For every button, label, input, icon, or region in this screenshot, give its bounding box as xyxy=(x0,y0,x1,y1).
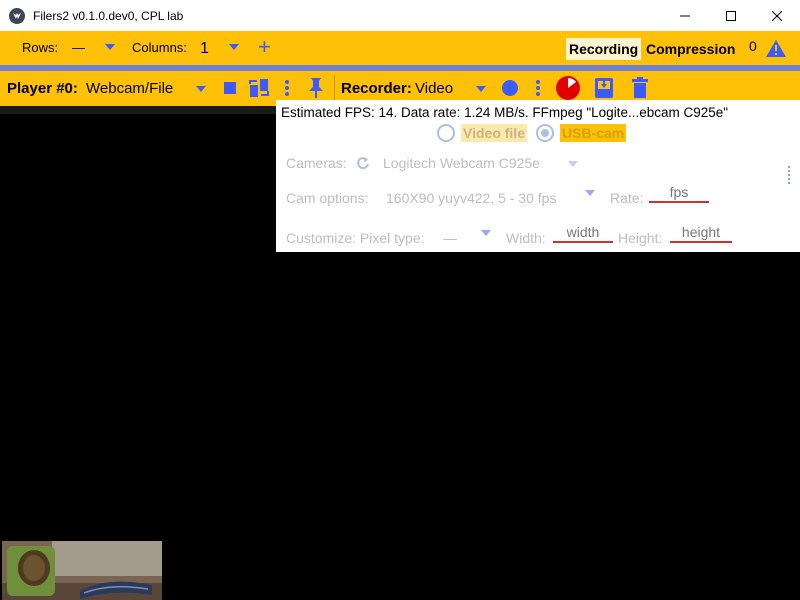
camera-dropdown[interactable]: Logitech Webcam C925e xyxy=(383,155,540,171)
add-player-plus-icon[interactable]: + xyxy=(258,36,271,58)
recorder-type-dropdown[interactable]: Video xyxy=(415,80,453,97)
panel-drag-handle[interactable] xyxy=(788,164,794,186)
player-label: Player #0: xyxy=(7,80,78,97)
player-source-chevron-down-icon[interactable] xyxy=(196,86,206,92)
rate-input[interactable]: fps xyxy=(649,184,709,203)
video-file-radio[interactable] xyxy=(437,124,455,142)
width-underline xyxy=(553,241,613,243)
close-icon xyxy=(772,10,782,21)
minimize-icon xyxy=(680,15,690,16)
maximize-icon xyxy=(726,10,736,21)
columns-label: Columns: xyxy=(132,40,187,55)
rate-placeholder: fps xyxy=(669,184,689,200)
cam-options-chevron-down-icon[interactable] xyxy=(585,190,595,196)
width-placeholder: width xyxy=(566,224,600,240)
app-logo-icon xyxy=(9,7,25,24)
width-label: Width: xyxy=(506,230,546,246)
recorder-more-vert-icon[interactable] xyxy=(535,79,541,97)
warning-count: 0 xyxy=(749,38,757,54)
width-input[interactable]: width xyxy=(553,224,613,243)
columns-dropdown[interactable]: 1 xyxy=(200,40,209,58)
rate-underline xyxy=(649,201,709,203)
player-more-vert-icon[interactable] xyxy=(284,79,290,97)
record-dot-icon[interactable] xyxy=(502,80,518,96)
pin-icon[interactable] xyxy=(308,77,324,99)
height-label: Height: xyxy=(618,230,663,246)
pixel-type-dropdown[interactable]: — xyxy=(443,230,457,246)
height-placeholder: height xyxy=(681,224,721,240)
rows-dropdown[interactable]: — xyxy=(72,40,85,55)
camera-chevron-down-icon[interactable] xyxy=(568,161,578,167)
layout-toolbar: Rows: — Columns: 1 + Recording Compressi… xyxy=(0,31,800,65)
player-view-border xyxy=(0,106,276,114)
recorder-label: Recorder: xyxy=(341,80,412,97)
disk-usage-icon[interactable] xyxy=(555,75,581,101)
cameras-label: Cameras: xyxy=(286,155,347,171)
usb-cam-radio[interactable] xyxy=(536,124,554,142)
rows-chevron-down-icon[interactable] xyxy=(105,44,115,50)
recorder-settings-panel: Estimated FPS: 14. Data rate: 1.24 MB/s.… xyxy=(276,100,800,252)
height-underline xyxy=(670,241,732,243)
cam-options-dropdown[interactable]: 160X90 yuyv422, 5 - 30 fps xyxy=(386,190,556,206)
minimize-button[interactable] xyxy=(662,0,708,31)
usb-cam-label[interactable]: USB-cam xyxy=(560,124,627,142)
save-icon[interactable] xyxy=(594,77,614,99)
title-bar: Filers2 v0.1.0.dev0, CPL lab xyxy=(0,0,800,31)
video-file-label[interactable]: Video file xyxy=(461,124,527,142)
pixel-type-chevron-down-icon[interactable] xyxy=(481,230,491,236)
tab-compression[interactable]: Compression xyxy=(643,38,738,60)
cam-options-label: Cam options: xyxy=(286,190,369,206)
swap-icon[interactable] xyxy=(248,77,270,99)
rate-label: Rate: xyxy=(610,190,644,206)
delete-icon[interactable] xyxy=(632,77,648,99)
tab-recording[interactable]: Recording xyxy=(566,38,642,60)
height-input[interactable]: height xyxy=(670,224,732,243)
refresh-icon[interactable] xyxy=(356,156,370,170)
player-source-dropdown[interactable]: Webcam/File xyxy=(86,80,173,97)
warning-icon[interactable] xyxy=(765,39,787,58)
webcam-frame-image xyxy=(2,541,162,600)
recorder-status-text: Estimated FPS: 14. Data rate: 1.24 MB/s.… xyxy=(281,105,729,120)
pixel-type-label: Customize: Pixel type: xyxy=(286,230,425,246)
maximize-button[interactable] xyxy=(708,0,754,31)
recorder-type-chevron-down-icon[interactable] xyxy=(476,86,486,92)
stop-icon[interactable] xyxy=(224,82,236,94)
window-title: Filers2 v0.1.0.dev0, CPL lab xyxy=(33,8,184,23)
close-button[interactable] xyxy=(754,0,800,31)
toolbar-divider xyxy=(334,75,335,102)
webcam-preview-thumbnail xyxy=(2,541,162,600)
rows-label: Rows: xyxy=(22,40,59,55)
columns-chevron-down-icon[interactable] xyxy=(229,44,239,50)
